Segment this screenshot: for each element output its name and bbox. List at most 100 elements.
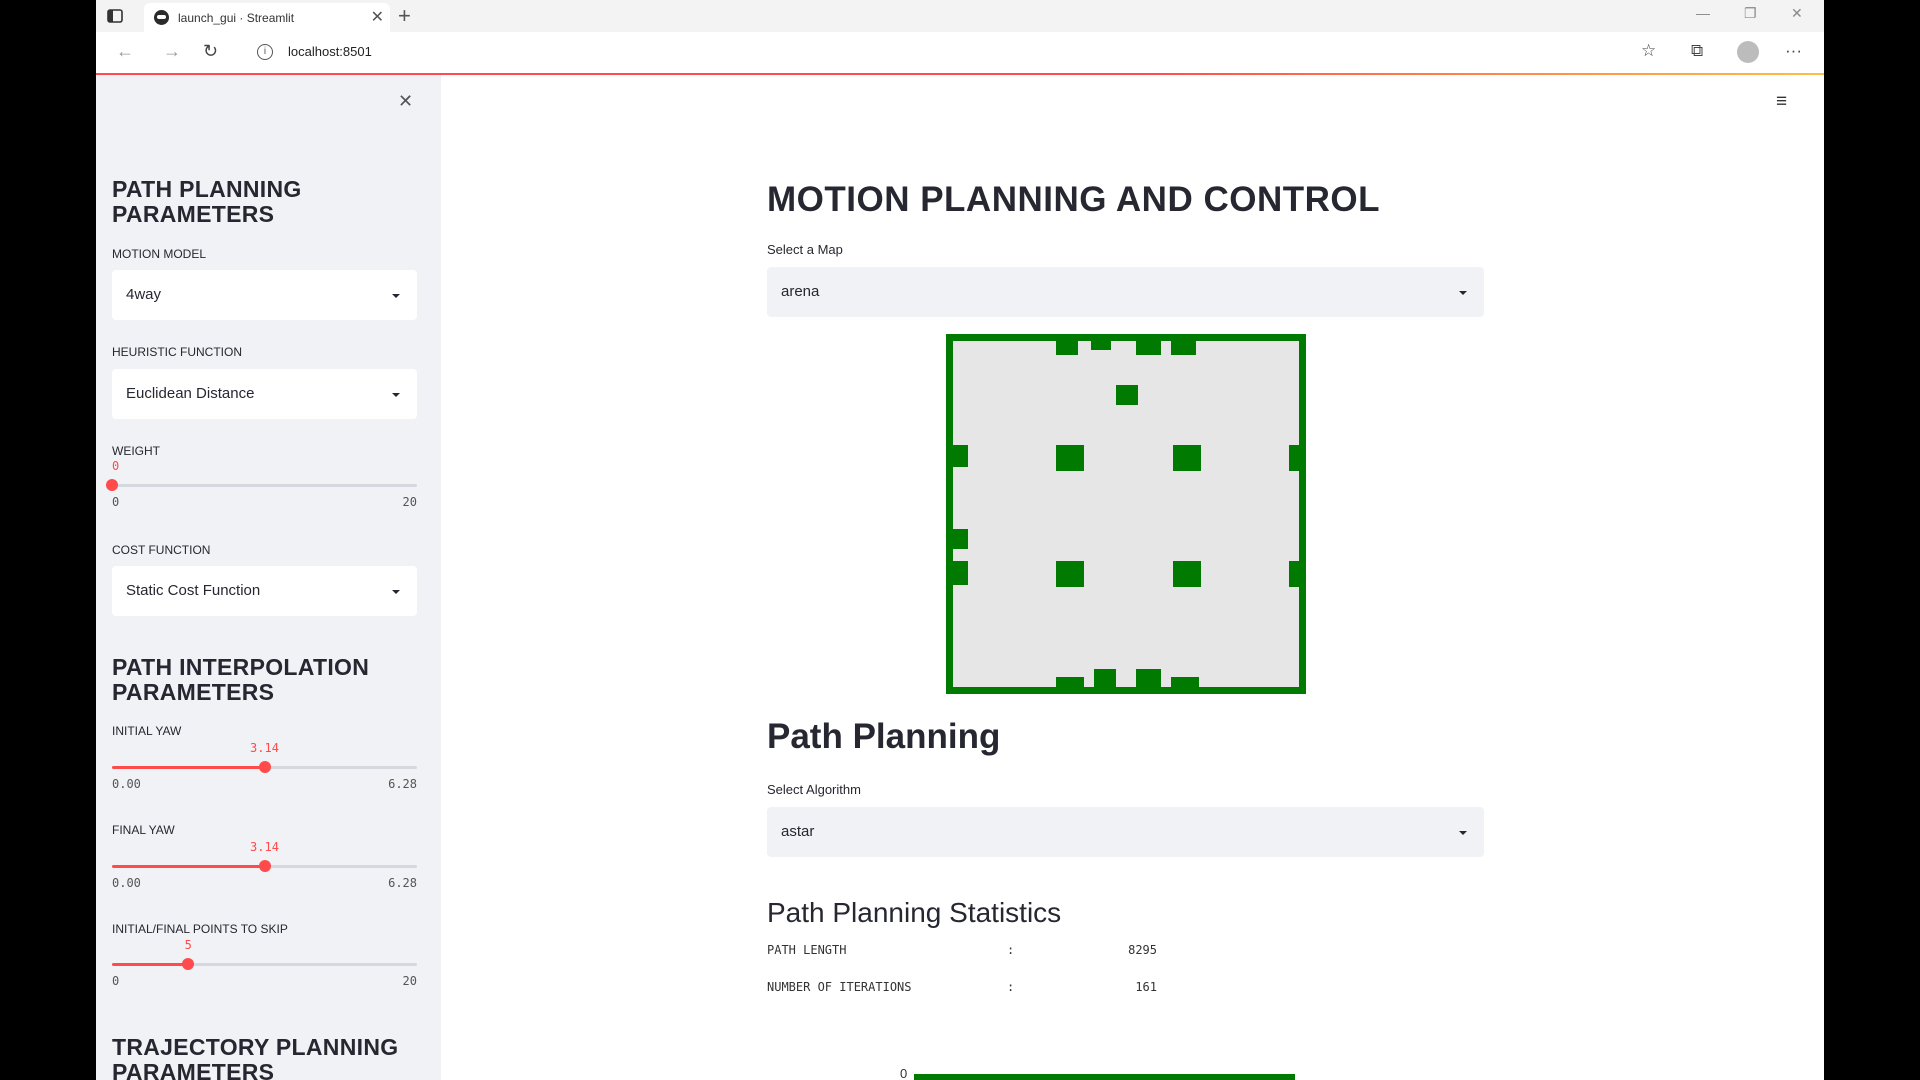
map-select-value: arena bbox=[781, 283, 820, 300]
window-close-button[interactable]: ✕ bbox=[1791, 5, 1803, 22]
slider-min: 0.00 bbox=[112, 876, 141, 890]
heuristic-label: HEURISTIC FUNCTION bbox=[112, 345, 242, 359]
map-obstacle bbox=[1136, 341, 1161, 355]
chevron-down-icon bbox=[392, 294, 400, 298]
tab-actions-icon[interactable] bbox=[106, 7, 124, 25]
chevron-down-icon bbox=[392, 393, 400, 397]
plot-map-edge bbox=[914, 1074, 1295, 1080]
slider-fill bbox=[112, 766, 265, 769]
heuristic-value: Euclidean Distance bbox=[126, 385, 255, 402]
map-obstacle bbox=[1094, 669, 1116, 687]
map-obstacle bbox=[1091, 341, 1111, 350]
map-obstacle bbox=[1056, 341, 1078, 355]
map-obstacle bbox=[953, 561, 968, 585]
profile-avatar-icon[interactable] bbox=[1737, 41, 1759, 63]
heuristic-select[interactable]: Euclidean Distance bbox=[112, 369, 417, 419]
restore-button[interactable]: ❐ bbox=[1744, 5, 1757, 22]
chevron-down-icon bbox=[392, 590, 400, 594]
slider-thumb[interactable] bbox=[258, 761, 271, 773]
site-info-icon[interactable]: i bbox=[257, 44, 273, 60]
slider-max: 20 bbox=[402, 495, 417, 509]
algorithm-select[interactable]: astar bbox=[767, 807, 1484, 857]
slider-max: 6.28 bbox=[388, 876, 417, 890]
statistics-title: Path Planning Statistics bbox=[767, 897, 1062, 928]
page-title: MOTION PLANNING AND CONTROL bbox=[767, 180, 1380, 219]
map-obstacle bbox=[953, 529, 968, 549]
initial-yaw-slider[interactable]: 3.14 0.00 6.28 bbox=[112, 741, 417, 791]
favorites-icon[interactable]: ☆ bbox=[1641, 41, 1656, 61]
map-obstacle bbox=[1056, 677, 1084, 687]
slider-current-value: 5 bbox=[184, 938, 192, 952]
tab-close-icon[interactable]: ✕ bbox=[371, 7, 384, 27]
points-to-skip-slider[interactable]: 5 0 20 bbox=[112, 938, 417, 988]
stat-key: PATH LENGTH bbox=[767, 943, 847, 957]
weight-slider[interactable]: 0 0 20 bbox=[106, 459, 417, 509]
map-image bbox=[946, 334, 1306, 694]
slider-max: 20 bbox=[402, 974, 417, 988]
slider-current-value: 0 bbox=[112, 459, 120, 473]
tab-title: launch_gui · Streamlit bbox=[178, 11, 295, 25]
slider-max: 6.28 bbox=[388, 777, 417, 791]
browser-window: launch_gui · Streamlit ✕ + — ❐ ✕ ← → ↻ i… bbox=[96, 0, 1824, 1080]
stat-value: 161 bbox=[1135, 980, 1157, 994]
main-content: ≡ MOTION PLANNING AND CONTROL Select a M… bbox=[441, 75, 1824, 1080]
reload-icon[interactable]: ↻ bbox=[203, 41, 218, 62]
stat-value: 8295 bbox=[1128, 943, 1157, 957]
slider-thumb[interactable] bbox=[258, 860, 271, 872]
slider-thumb[interactable] bbox=[182, 958, 195, 970]
more-icon[interactable]: ··· bbox=[1785, 41, 1802, 61]
new-tab-button[interactable]: + bbox=[398, 3, 411, 29]
stat-separator: : bbox=[1007, 943, 1015, 957]
address-bar: ← → ↻ i localhost:8501 ☆ ⧉ ··· bbox=[96, 32, 1824, 74]
motion-model-value: 4way bbox=[126, 286, 162, 303]
map-obstacle bbox=[1289, 445, 1299, 471]
minimize-button[interactable]: — bbox=[1696, 5, 1710, 21]
map-obstacle bbox=[953, 445, 968, 467]
url-field[interactable]: localhost:8501 bbox=[288, 44, 372, 59]
weight-label: WEIGHT bbox=[112, 444, 160, 458]
browser-tab[interactable]: launch_gui · Streamlit ✕ bbox=[144, 3, 390, 32]
algorithm-select-label: Select Algorithm bbox=[767, 782, 861, 797]
motion-model-label: MOTION MODEL bbox=[112, 247, 207, 261]
streamlit-favicon-icon bbox=[154, 10, 169, 25]
stat-separator: : bbox=[1007, 980, 1015, 994]
plot-axis-tick: 0 bbox=[900, 1066, 908, 1080]
cost-function-value: Static Cost Function bbox=[126, 582, 261, 599]
path-planning-title: Path Planning bbox=[767, 717, 1001, 756]
map-obstacle bbox=[1136, 669, 1161, 687]
sidebar: ✕ PATH PLANNING PARAMETERS MOTION MODEL … bbox=[96, 75, 441, 1080]
slider-current-value: 3.14 bbox=[250, 741, 279, 755]
sidebar-close-icon[interactable]: ✕ bbox=[398, 91, 413, 112]
menu-icon[interactable]: ≡ bbox=[1776, 91, 1787, 113]
initial-yaw-label: INITIAL YAW bbox=[112, 724, 182, 738]
collections-icon[interactable]: ⧉ bbox=[1691, 41, 1703, 61]
algorithm-select-value: astar bbox=[781, 823, 815, 840]
map-obstacle bbox=[1171, 677, 1199, 687]
tab-strip: launch_gui · Streamlit ✕ + — ❐ ✕ bbox=[96, 0, 1824, 32]
final-yaw-slider[interactable]: 3.14 0.00 6.28 bbox=[112, 840, 417, 890]
slider-track bbox=[112, 484, 417, 487]
back-icon[interactable]: ← bbox=[116, 41, 134, 62]
map-select[interactable]: arena bbox=[767, 267, 1484, 317]
motion-model-select[interactable]: 4way bbox=[112, 270, 417, 320]
map-obstacle bbox=[1056, 445, 1084, 471]
slider-thumb[interactable] bbox=[106, 479, 118, 491]
slider-fill bbox=[112, 865, 265, 868]
stat-key: NUMBER OF ITERATIONS bbox=[767, 980, 912, 994]
cost-function-label: COST FUNCTION bbox=[112, 543, 211, 557]
trajectory-planning-heading: TRAJECTORY PLANNING PARAMETERS bbox=[112, 1034, 399, 1080]
slider-fill bbox=[112, 963, 189, 966]
slider-current-value: 3.14 bbox=[250, 840, 279, 854]
cost-function-select[interactable]: Static Cost Function bbox=[112, 566, 417, 616]
map-obstacle bbox=[1056, 561, 1084, 587]
path-planning-heading: PATH PLANNING PARAMETERS bbox=[112, 176, 302, 227]
slider-min: 0.00 bbox=[112, 777, 141, 791]
map-obstacle bbox=[1173, 445, 1201, 471]
map-obstacle bbox=[1171, 341, 1196, 355]
final-yaw-label: FINAL YAW bbox=[112, 823, 175, 837]
forward-icon[interactable]: → bbox=[163, 41, 181, 62]
chevron-down-icon bbox=[1459, 291, 1467, 295]
slider-min: 0 bbox=[112, 495, 120, 509]
map-select-label: Select a Map bbox=[767, 242, 843, 257]
slider-min: 0 bbox=[112, 974, 120, 988]
